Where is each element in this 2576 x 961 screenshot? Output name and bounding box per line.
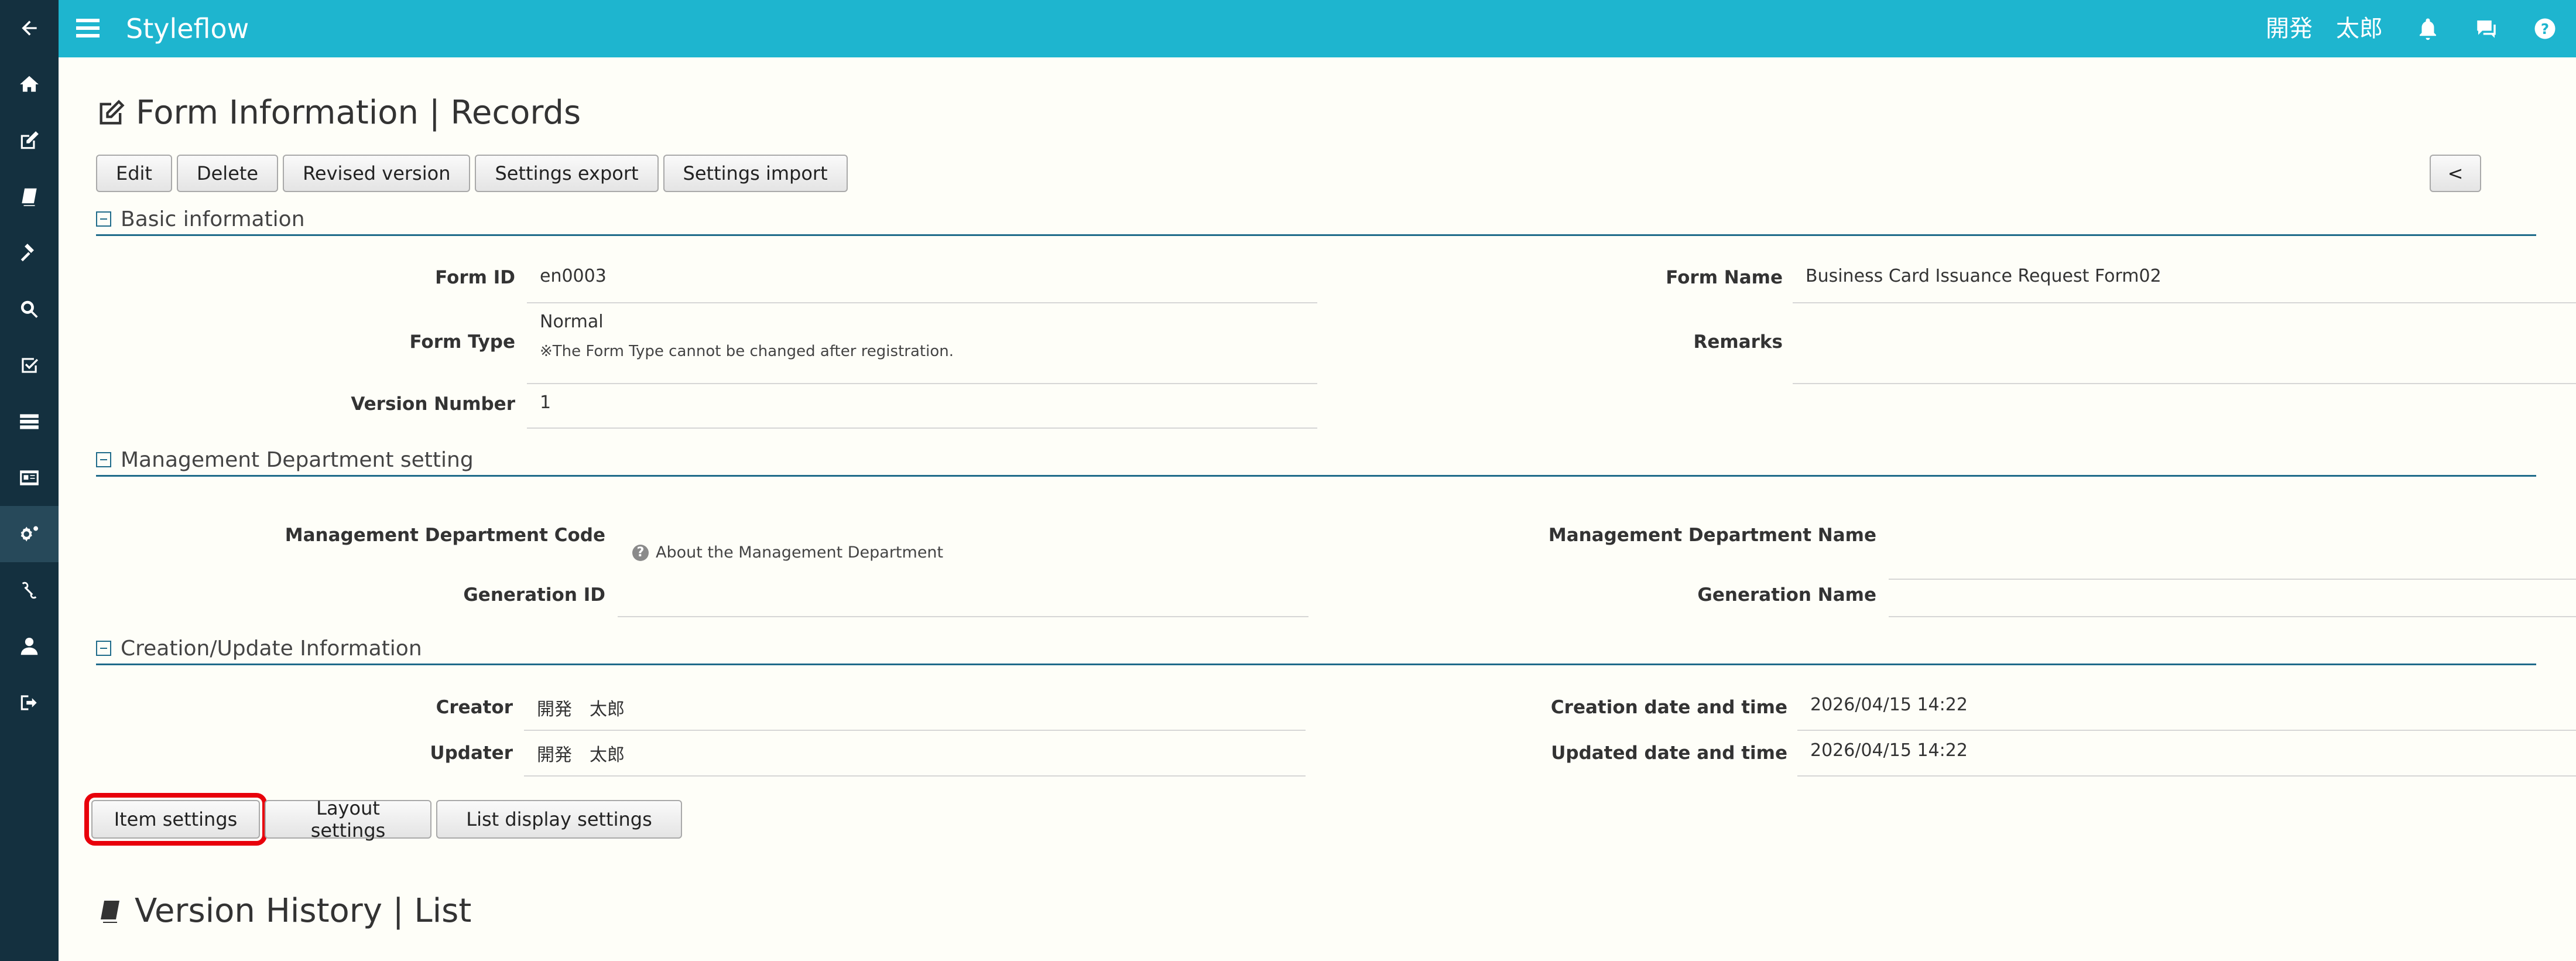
collapse-icon[interactable]	[96, 452, 111, 467]
edit-icon	[20, 131, 39, 149]
menu-icon[interactable]	[76, 18, 100, 39]
page-title: Form Information | Records	[96, 94, 581, 132]
section-management-department[interactable]: Management Department setting	[96, 444, 2536, 477]
question-icon: ?	[632, 544, 649, 561]
sidebar-item-search[interactable]	[0, 281, 59, 337]
remarks-value	[1793, 309, 2576, 384]
settings-import-button[interactable]: Settings import	[663, 155, 848, 192]
help-icon: ?	[2534, 18, 2556, 39]
toolbar: Edit Delete Revised version Settings exp…	[96, 155, 848, 192]
notification-button[interactable]	[2416, 16, 2440, 41]
updater-value: 開発 太郎	[524, 738, 1306, 777]
management-department-code-label: Management Department Code	[285, 525, 605, 546]
management-department-name-value	[1889, 520, 2576, 580]
layout-settings-button[interactable]: Layout settings	[265, 797, 431, 842]
chat-button[interactable]	[2474, 16, 2499, 41]
main-content: Form Information | Records Edit Delete R…	[59, 57, 2576, 930]
sidebar-item-user[interactable]	[0, 618, 59, 675]
app-title[interactable]: Styleflow	[126, 0, 249, 57]
form-type-note: ※The Form Type cannot be changed after r…	[540, 343, 954, 360]
section-basic-information[interactable]: Basic information	[96, 204, 2536, 236]
sidebar-item-settings[interactable]	[0, 506, 59, 562]
item-settings-button[interactable]: Item settings	[84, 793, 267, 846]
generation-id-label: Generation ID	[463, 584, 605, 606]
sidebar-item-link[interactable]	[0, 562, 59, 618]
management-department-name-label: Management Department Name	[1548, 525, 1876, 546]
svg-text:?: ?	[2541, 20, 2549, 37]
checkbox-icon	[22, 358, 39, 373]
sidebar	[0, 0, 59, 961]
edit-button[interactable]: Edit	[96, 155, 172, 192]
generation-name-label: Generation Name	[1697, 584, 1876, 606]
creation-date-value: 2026/04/15 14:22	[1797, 692, 2576, 731]
version-number-value: 1	[527, 390, 1317, 429]
creation-date-label: Creation date and time	[1550, 697, 1787, 718]
home-icon	[20, 76, 39, 92]
creator-value: 開発 太郎	[524, 692, 1306, 731]
collapse-icon[interactable]	[96, 211, 111, 227]
book-icon	[101, 900, 119, 923]
user-name[interactable]: 開発 太郎	[2266, 0, 2383, 57]
form-type-text: Normal	[540, 312, 604, 332]
link-icon	[22, 582, 37, 599]
top-header: Styleflow 開発 太郎 ?	[59, 0, 2576, 57]
updated-date-value: 2026/04/15 14:22	[1797, 738, 2576, 777]
section-creation-update[interactable]: Creation/Update Information	[96, 633, 2536, 665]
form-type-value: Normal ※The Form Type cannot be changed …	[527, 309, 1317, 384]
sign-out-icon	[20, 695, 37, 710]
form-id-value: en0003	[527, 264, 1317, 303]
id-card-icon	[20, 470, 39, 485]
creator-label: Creator	[436, 697, 513, 718]
sidebar-item-server[interactable]	[0, 394, 59, 450]
form-name-label: Form Name	[1666, 267, 1783, 288]
form-name-value: Business Card Issuance Request Form02	[1793, 264, 2576, 303]
list-display-settings-button[interactable]: List display settings	[436, 800, 682, 839]
gears-icon	[20, 526, 39, 542]
settings-export-button[interactable]: Settings export	[475, 155, 659, 192]
sidebar-item-book[interactable]	[0, 169, 59, 225]
sidebar-item-home[interactable]	[0, 56, 59, 112]
generation-id-value	[618, 567, 1308, 617]
bell-icon	[2420, 18, 2436, 40]
updater-label: Updater	[430, 743, 513, 764]
generation-name-value	[1889, 584, 2576, 617]
settings-buttons: Item settings Layout settings List displ…	[84, 793, 682, 846]
sidebar-item-edit[interactable]	[0, 112, 59, 169]
server-icon	[20, 414, 39, 429]
sidebar-item-id-card[interactable]	[0, 450, 59, 506]
sidebar-item-logout[interactable]	[0, 675, 59, 731]
sidebar-item-back[interactable]	[0, 0, 59, 56]
sidebar-item-gavel[interactable]	[0, 225, 59, 281]
edit-icon	[100, 99, 125, 124]
back-arrow-icon	[22, 20, 37, 36]
search-icon	[20, 300, 38, 318]
version-number-label: Version Number	[351, 394, 515, 415]
delete-button[interactable]: Delete	[176, 155, 279, 192]
form-id-label: Form ID	[435, 267, 515, 288]
remarks-label: Remarks	[1693, 331, 1783, 353]
help-button[interactable]: ?	[2533, 16, 2557, 41]
book-icon	[22, 188, 37, 206]
updated-date-label: Updated date and time	[1551, 743, 1787, 764]
revised-version-button[interactable]: Revised version	[283, 155, 471, 192]
sidebar-item-check[interactable]	[0, 337, 59, 394]
collapse-icon[interactable]	[96, 641, 111, 656]
version-history-title: Version History | List	[96, 892, 471, 930]
back-button[interactable]: <	[2430, 155, 2481, 192]
user-icon	[20, 637, 38, 655]
form-type-label: Form Type	[409, 331, 516, 353]
management-department-help[interactable]: ? About the Management Department	[632, 543, 943, 562]
chat-icon	[2477, 20, 2496, 38]
gavel-icon	[20, 244, 34, 262]
